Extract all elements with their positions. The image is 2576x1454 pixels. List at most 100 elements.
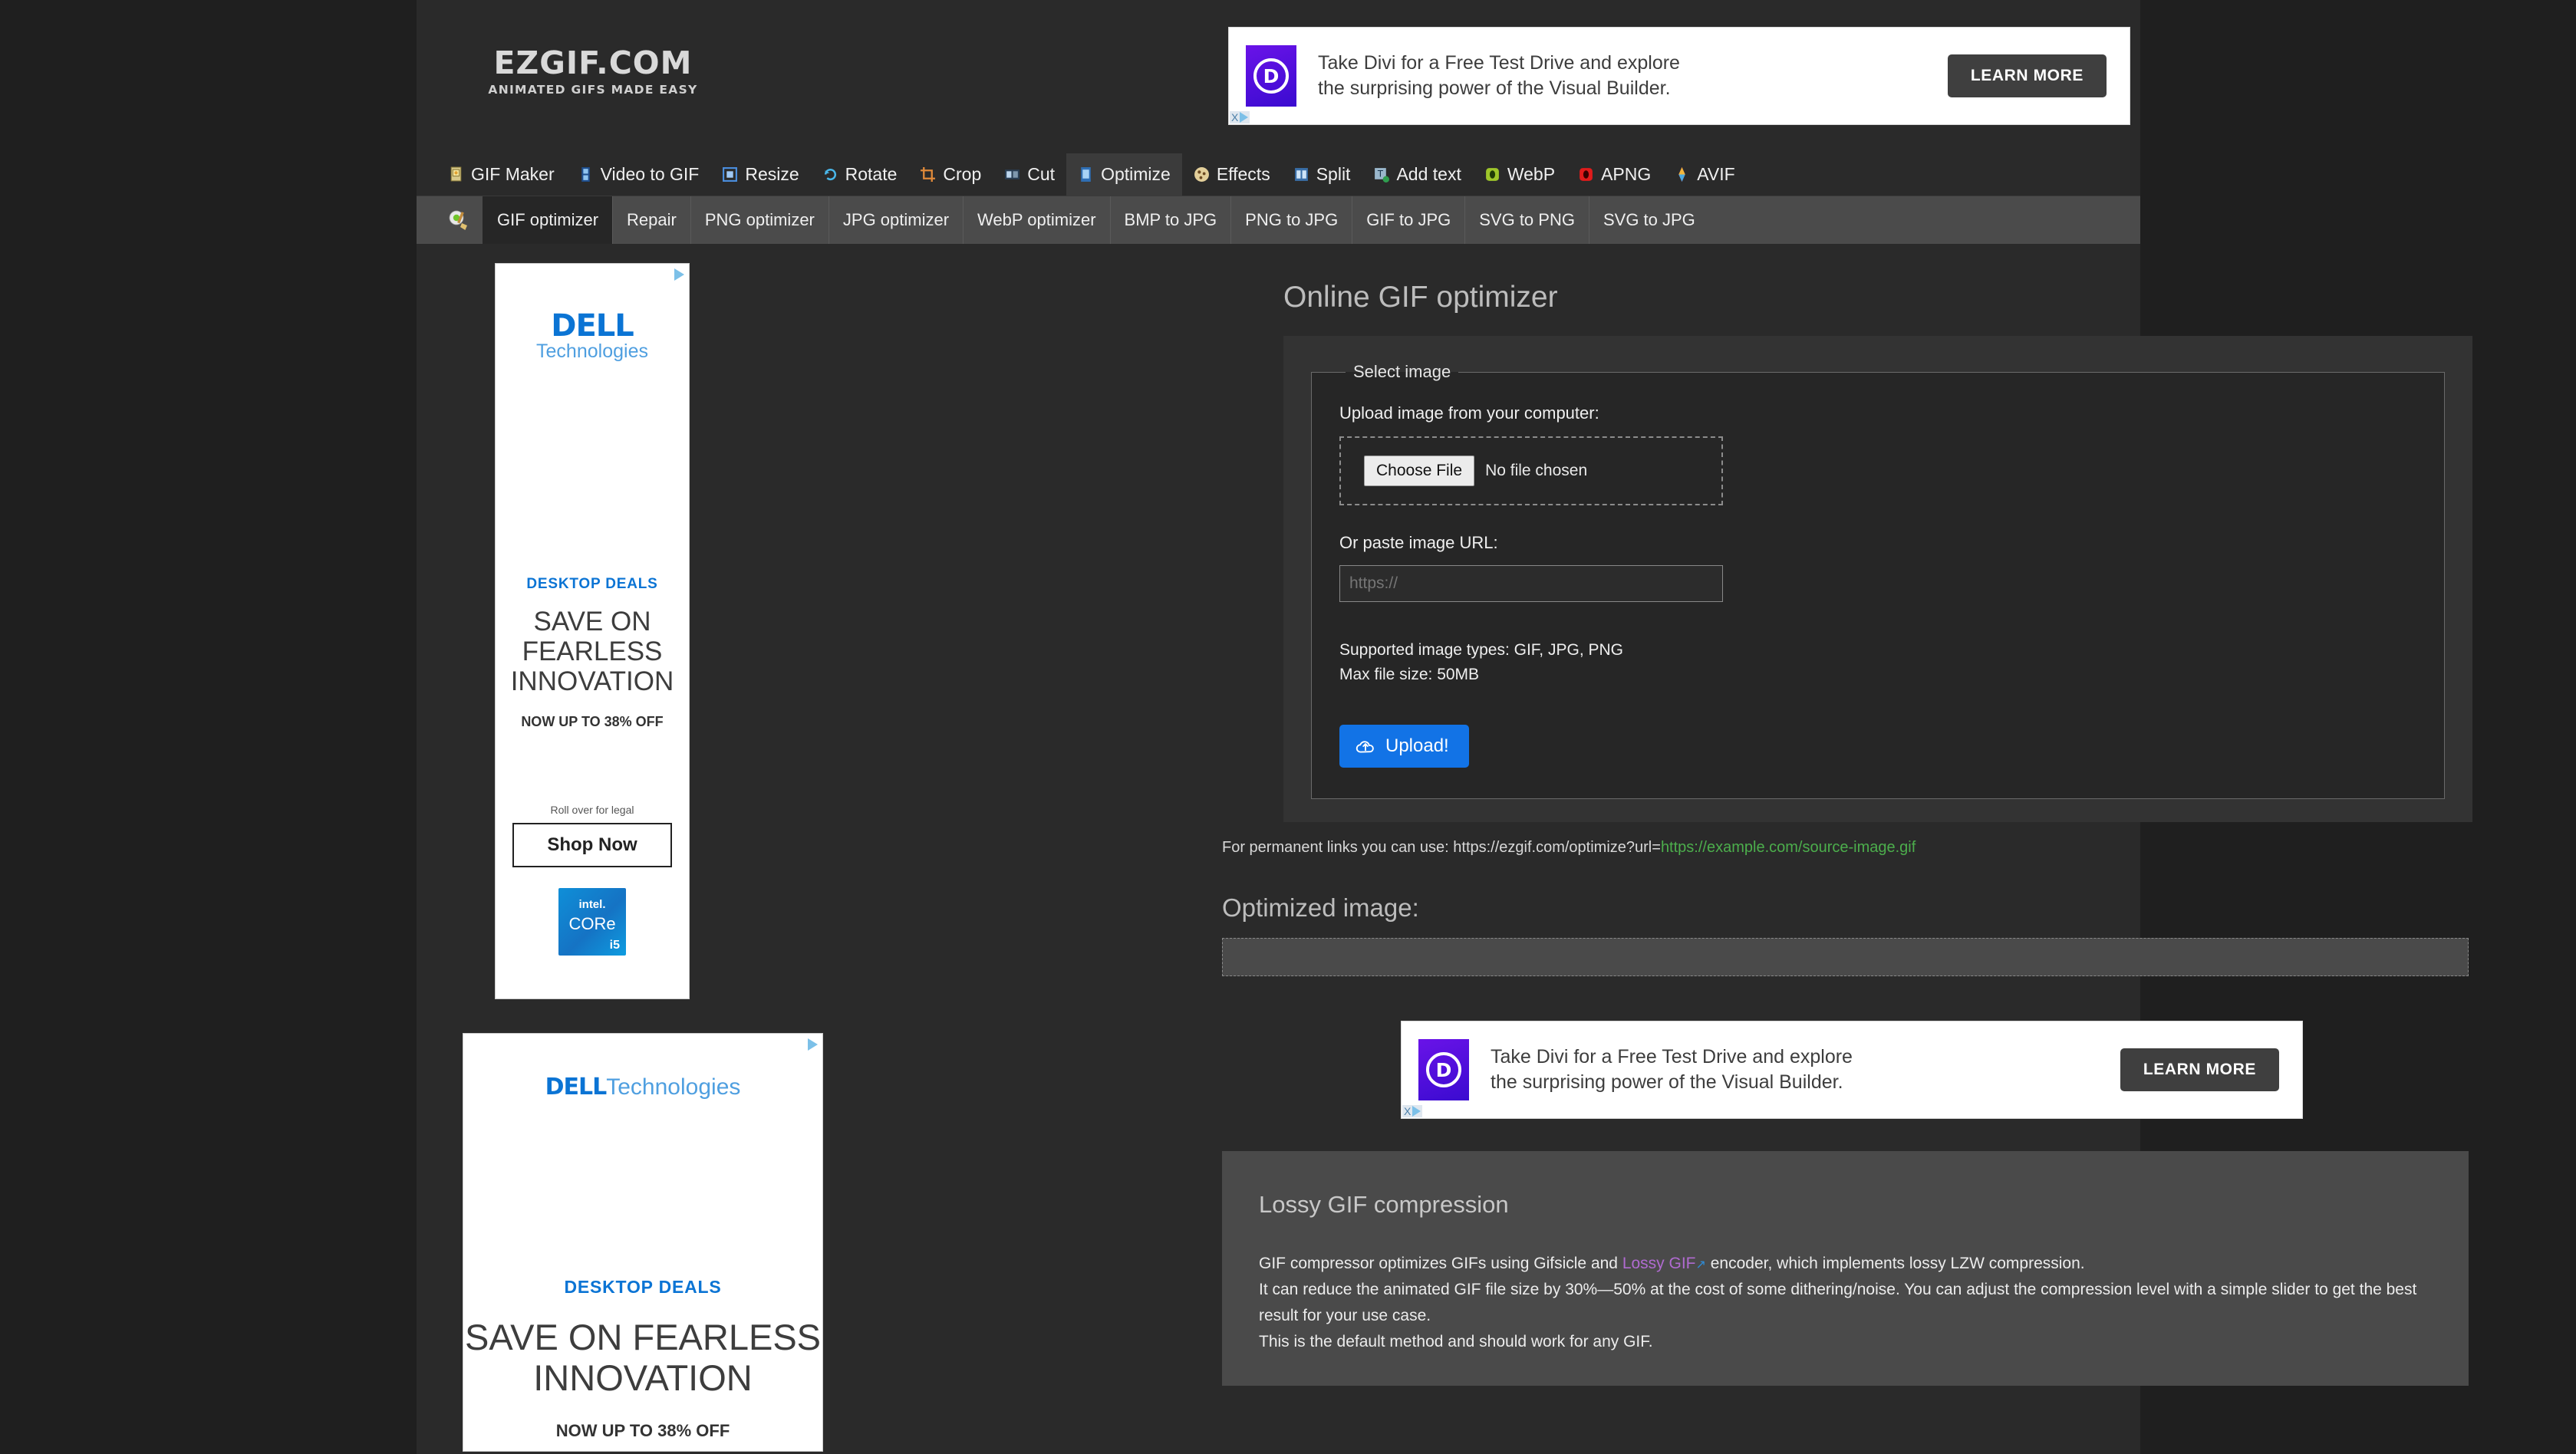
shop-now-button[interactable]: Shop Now bbox=[512, 822, 672, 867]
top-banner-ad[interactable]: D Take Divi for a Free Test Drive and ex… bbox=[1228, 27, 2130, 125]
mid-ad-line2: the surprising power of the Visual Build… bbox=[1491, 1071, 1843, 1093]
close-ad-icon[interactable]: X bbox=[1231, 112, 1238, 123]
subnav-item-gif-optimizer[interactable]: GIF optimizer bbox=[483, 196, 613, 244]
close-ad-icon[interactable]: X bbox=[1404, 1106, 1411, 1117]
permalink-example-link[interactable]: https://example.com/source-image.gif bbox=[1661, 839, 1916, 856]
info-paragraph-2: It can reduce the animated GIF file size… bbox=[1259, 1281, 2417, 1325]
site-logo[interactable]: EZGIF.COM ANIMATED GIFS MADE EASY bbox=[451, 48, 735, 97]
select-image-fieldset: Select image Upload image from your comp… bbox=[1311, 362, 2445, 799]
nav-item-effects[interactable]: Effects bbox=[1182, 153, 1282, 196]
subnav-item-repair[interactable]: Repair bbox=[612, 196, 690, 244]
nav-label: Optimize bbox=[1101, 164, 1171, 184]
logo-wordmark: EZGIF.COM bbox=[493, 44, 693, 81]
divi-letter: D bbox=[1426, 1052, 1461, 1087]
adchoices-icon[interactable] bbox=[1412, 1106, 1421, 1117]
adchoices-icon[interactable] bbox=[1240, 112, 1249, 123]
top-ad-cta-button[interactable]: LEARN MORE bbox=[1947, 54, 2107, 97]
adchoices-icon[interactable] bbox=[674, 268, 684, 281]
nav-item-add-text[interactable]: T Add text bbox=[1362, 153, 1472, 196]
nav-label: Resize bbox=[745, 164, 799, 184]
nav-label: Effects bbox=[1216, 164, 1270, 184]
nav-label: WebP bbox=[1507, 164, 1556, 184]
subnav-item-png-optimizer[interactable]: PNG optimizer bbox=[690, 196, 828, 244]
top-ad-text: Take Divi for a Free Test Drive and expl… bbox=[1318, 51, 1948, 101]
nav-label: Add text bbox=[1396, 164, 1461, 184]
video-to-gif-icon bbox=[581, 167, 590, 182]
adchoices-icon[interactable] bbox=[808, 1038, 818, 1051]
resize-icon bbox=[723, 167, 738, 182]
external-link-icon: ↗ bbox=[1695, 1258, 1706, 1271]
permalink-prefix: For permanent links you can use: https:/… bbox=[1222, 839, 1661, 856]
upload-panel: Select image Upload image from your comp… bbox=[1283, 336, 2472, 822]
subnav-item-webp-optimizer[interactable]: WebP optimizer bbox=[963, 196, 1109, 244]
sub-navigation[interactable]: GIF optimizer Repair PNG optimizer JPG o… bbox=[417, 196, 2140, 244]
max-file-size-text: Max file size: 50MB bbox=[1339, 665, 1480, 683]
sidebar-ad-dell-rectangle[interactable]: DELLTechnologies DESKTOP DEALS SAVE ON F… bbox=[463, 1033, 823, 1452]
nav-item-split[interactable]: Split bbox=[1282, 153, 1362, 196]
gif-maker-icon bbox=[450, 166, 462, 182]
sidebar-ad-dell-skyscraper[interactable]: DELL Technologies DESKTOP DEALS SAVE ON … bbox=[495, 263, 690, 999]
nav-label: Video to GIF bbox=[600, 164, 700, 184]
nav-item-apng[interactable]: APNG bbox=[1566, 153, 1662, 196]
intel-brand: intel. bbox=[578, 897, 606, 911]
svg-text:T: T bbox=[1377, 169, 1384, 179]
nav-label: Crop bbox=[943, 164, 982, 184]
nav-label: Split bbox=[1316, 164, 1351, 184]
subnav-label: BMP to JPG bbox=[1124, 210, 1217, 229]
subnav-item-svg-to-jpg[interactable]: SVG to JPG bbox=[1588, 196, 1709, 244]
ad-controls[interactable]: X bbox=[1230, 111, 1250, 123]
nav-item-cut[interactable]: Cut bbox=[993, 153, 1066, 196]
nav-label: Cut bbox=[1027, 164, 1056, 184]
subnav-label: WebP optimizer bbox=[977, 210, 1096, 229]
subnav-item-jpg-optimizer[interactable]: JPG optimizer bbox=[828, 196, 963, 244]
apng-icon bbox=[1580, 168, 1593, 181]
optimize-icon bbox=[1081, 167, 1091, 182]
main-navigation[interactable]: GIF Maker Video to GIF Resize Rotate Cro… bbox=[417, 153, 2140, 196]
nav-label: Rotate bbox=[845, 164, 898, 184]
supported-types-text: Supported image types: GIF, JPG, PNG bbox=[1339, 641, 1623, 659]
cloud-upload-icon bbox=[1356, 741, 1374, 753]
lossy-gif-link[interactable]: Lossy GIF bbox=[1622, 1255, 1696, 1272]
site-header: EZGIF.COM ANIMATED GIFS MADE EASY D Take… bbox=[417, 0, 2140, 153]
subnav-label: GIF optimizer bbox=[497, 210, 599, 229]
left-ad-column: DELL Technologies DESKTOP DEALS SAVE ON … bbox=[463, 263, 823, 1452]
url-label: Or paste image URL: bbox=[1339, 533, 1498, 552]
info-panel: Lossy GIF compression GIF compressor opt… bbox=[1222, 1151, 2469, 1387]
ad-controls[interactable]: X bbox=[1402, 1105, 1423, 1117]
choose-file-button[interactable]: Choose File bbox=[1364, 456, 1475, 486]
nav-label: AVIF bbox=[1697, 164, 1735, 184]
nav-item-video-to-gif[interactable]: Video to GIF bbox=[566, 153, 711, 196]
subnav-label: PNG to JPG bbox=[1245, 210, 1339, 229]
permalink-note: For permanent links you can use: https:/… bbox=[1222, 839, 2511, 857]
info-heading: Lossy GIF compression bbox=[1259, 1191, 1509, 1218]
mid-ad-cta-button[interactable]: LEARN MORE bbox=[2120, 1048, 2279, 1091]
subnav-item-png-to-jpg[interactable]: PNG to JPG bbox=[1230, 196, 1352, 244]
divi-logo-icon: D bbox=[1418, 1039, 1469, 1100]
dell-logo: DELL bbox=[551, 308, 634, 344]
info-p1-before: GIF compressor optimizes GIFs using Gifs… bbox=[1259, 1255, 1622, 1272]
nav-item-gif-maker[interactable]: GIF Maker bbox=[436, 153, 566, 196]
info-paragraph-3: This is the default method and should wo… bbox=[1259, 1333, 1653, 1351]
nav-item-optimize[interactable]: Optimize bbox=[1066, 153, 1182, 196]
mid-banner-ad[interactable]: D Take Divi for a Free Test Drive and ex… bbox=[1401, 1021, 2303, 1119]
top-ad-line2: the surprising power of the Visual Build… bbox=[1318, 77, 1671, 99]
image-url-input[interactable] bbox=[1339, 565, 1723, 602]
subnav-item-bmp-to-jpg[interactable]: BMP to JPG bbox=[1109, 196, 1231, 244]
upload-button[interactable]: Upload! bbox=[1339, 725, 1469, 768]
upload-button-label: Upload! bbox=[1385, 735, 1449, 756]
nav-item-rotate[interactable]: Rotate bbox=[811, 153, 909, 196]
nav-item-avif[interactable]: AVIF bbox=[1662, 153, 1746, 196]
nav-label: GIF Maker bbox=[471, 164, 555, 184]
subnav-item-gif-to-jpg[interactable]: GIF to JPG bbox=[1352, 196, 1464, 244]
intel-core-badge: intel. CORe i5 bbox=[558, 887, 626, 956]
nav-label: APNG bbox=[1601, 164, 1652, 184]
optimized-image-heading: Optimized image: bbox=[1222, 893, 1419, 922]
nav-item-webp[interactable]: WebP bbox=[1473, 153, 1566, 196]
ad-legal-note: Roll over for legal bbox=[550, 803, 634, 816]
file-dropzone[interactable]: Choose File No file chosen bbox=[1339, 436, 1723, 505]
divi-logo-icon: D bbox=[1246, 45, 1296, 107]
page-title: Online GIF optimizer bbox=[1283, 281, 1558, 314]
nav-item-crop[interactable]: Crop bbox=[908, 153, 993, 196]
nav-item-resize[interactable]: Resize bbox=[710, 153, 810, 196]
subnav-item-svg-to-png[interactable]: SVG to PNG bbox=[1464, 196, 1589, 244]
